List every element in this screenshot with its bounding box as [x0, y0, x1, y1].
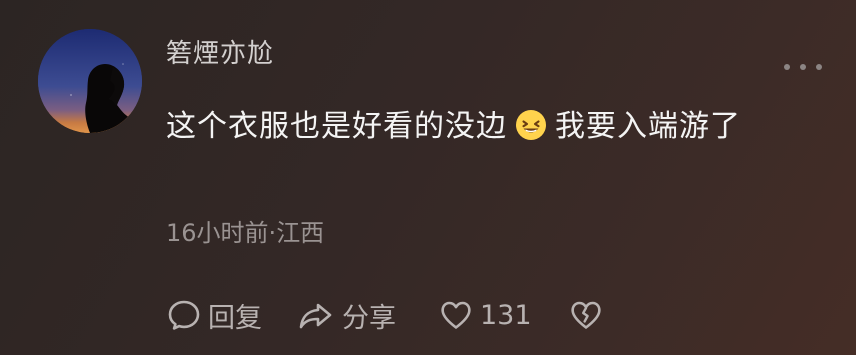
comment-actions: 回复 分享 131 [166, 294, 604, 336]
avatar-silhouette-image [38, 29, 142, 133]
comment-bubble-icon [166, 297, 202, 333]
heart-outline-icon [438, 297, 474, 333]
share-arrow-icon [296, 297, 336, 333]
dislike-button[interactable] [568, 294, 604, 336]
broken-heart-icon [568, 297, 604, 333]
username[interactable]: 箬煙亦尬 [166, 36, 274, 72]
grinning-squinting-face-icon [515, 106, 547, 140]
reply-label: 回复 [208, 302, 262, 334]
avatar[interactable] [38, 29, 142, 133]
reply-button[interactable]: 回复 [166, 294, 262, 336]
comment-text-after-emoji: 我要入端游了 [555, 109, 741, 144]
more-dots-icon[interactable] [784, 62, 822, 72]
comment-item: 箬煙亦尬 这个衣服也是好看的没边 我要入端游了 16小时前·江西 回复 分享 1… [0, 0, 856, 355]
share-label: 分享 [342, 302, 396, 334]
comment-time: 16小时前 [166, 219, 269, 247]
like-button[interactable]: 131 [438, 294, 532, 336]
comment-meta: 16小时前·江西 [166, 215, 324, 251]
more-dot [800, 64, 806, 70]
more-dot [784, 64, 790, 70]
more-dot [816, 64, 822, 70]
comment-location: 江西 [276, 219, 325, 247]
like-count: 131 [480, 299, 532, 331]
comment-text: 这个衣服也是好看的没边 我要入端游了 [166, 101, 806, 153]
share-button[interactable]: 分享 [296, 294, 396, 336]
comment-text-before-emoji: 这个衣服也是好看的没边 [166, 109, 507, 144]
